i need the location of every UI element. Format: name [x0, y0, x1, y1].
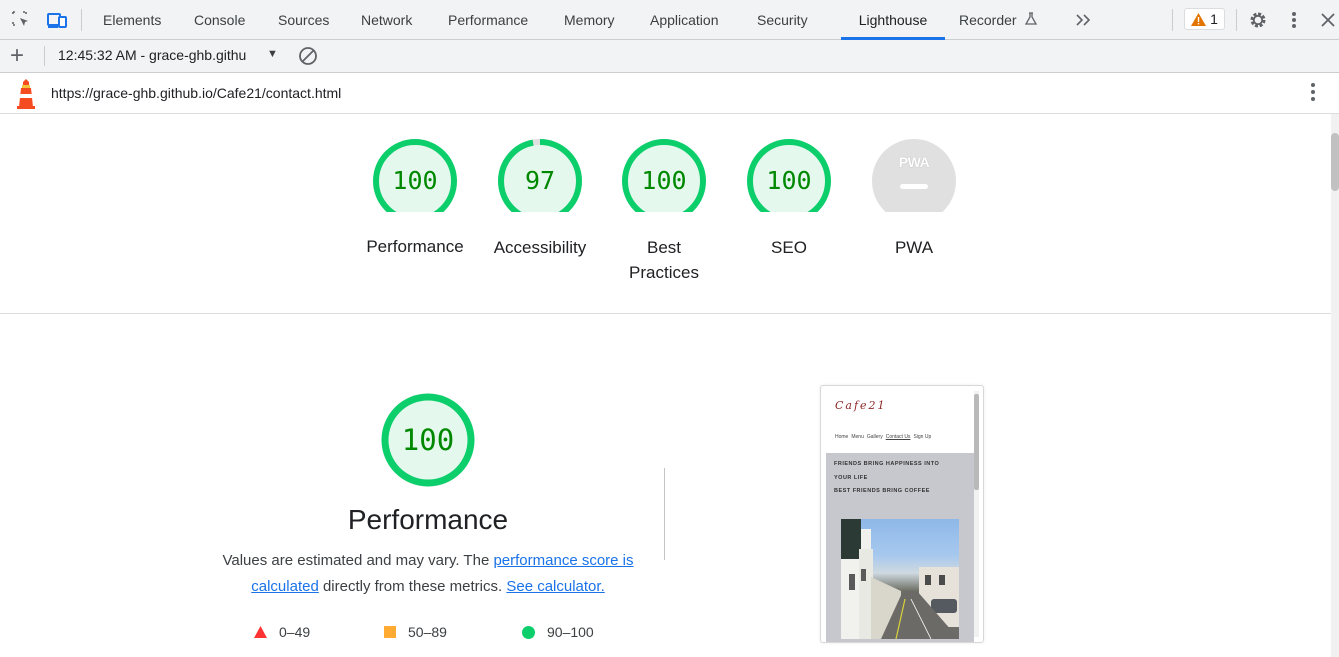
new-report-plus-icon[interactable]: +: [10, 44, 24, 68]
preview-scrollbar-thumb: [974, 394, 979, 490]
see-calculator-link[interactable]: See calculator.: [506, 578, 604, 595]
preview-hero-text: YOUR LIFE: [834, 475, 868, 481]
legend-average: 50–89: [384, 624, 447, 640]
lighthouse-logo-icon: [17, 79, 35, 109]
gauge-label: Accessibility: [493, 238, 587, 257]
section-divider: [0, 313, 1331, 314]
separator: [1236, 9, 1237, 31]
gauge-accessibility[interactable]: 97 Accessibility: [480, 114, 600, 257]
preview-nav-item: Gallery: [866, 434, 883, 440]
legend-pass: 90–100: [522, 624, 594, 640]
performance-description: Values are estimated and may vary. The p…: [218, 548, 638, 600]
tab-lighthouse[interactable]: Lighthouse: [841, 0, 945, 40]
clear-all-icon[interactable]: [298, 46, 318, 66]
legend-fail: 0–49: [254, 624, 310, 640]
report-session-select[interactable]: 12:45:32 AM - grace-ghb.githu: [58, 47, 246, 63]
gauge-label: Performance: [366, 237, 464, 256]
preview-logo: Cafe21: [835, 399, 887, 412]
final-screenshot-preview[interactable]: Cafe21 Home Menu Gallery Contact Us Sign Up …: [820, 385, 984, 643]
performance-score: 100: [401, 423, 455, 457]
warning-icon: [1191, 12, 1207, 26]
report-scrollbar-thumb[interactable]: [1331, 133, 1339, 191]
preview-nav-item: Contact Us: [885, 434, 911, 440]
gauge-score: 100: [392, 166, 438, 195]
desc-text: directly from these metrics.: [318, 578, 507, 595]
preview-hero: FRIENDS BRING HAPPINESS INTO YOUR LIFE B…: [826, 453, 974, 642]
device-toolbar-icon[interactable]: [46, 9, 68, 31]
legend-range: 90–100: [547, 624, 594, 640]
report-scrollbar[interactable]: [1331, 114, 1339, 657]
report-menu-kebab-icon[interactable]: [1310, 81, 1316, 103]
separator: [1172, 9, 1173, 31]
preview-hero-text: BEST FRIENDS BRING COFFEE: [834, 488, 930, 494]
orange-square-icon: [384, 626, 396, 638]
warnings-badge[interactable]: 1: [1184, 8, 1225, 30]
gauge-seo[interactable]: 100 SEO: [729, 114, 849, 257]
preview-nav-item: Sign Up: [913, 434, 932, 440]
tab-security[interactable]: Security: [747, 0, 818, 39]
desc-text: Values are estimated and may vary. The: [222, 552, 494, 569]
close-devtools-icon[interactable]: [1317, 9, 1339, 31]
tab-network[interactable]: Network: [351, 0, 422, 39]
tab-elements[interactable]: Elements: [93, 0, 171, 39]
gauge-label: Best Practices: [629, 238, 699, 282]
more-options-kebab-icon[interactable]: [1283, 9, 1305, 31]
preview-nav: Home Menu Gallery Contact Us Sign Up: [835, 434, 934, 440]
tab-sources[interactable]: Sources: [268, 0, 339, 39]
separator: [44, 46, 45, 66]
gauge-score: 97: [524, 166, 556, 195]
gauge-ring: [747, 139, 831, 223]
tab-performance[interactable]: Performance: [438, 0, 538, 39]
more-tabs-chevron-icon[interactable]: [1073, 9, 1095, 31]
gauge-performance[interactable]: 100 Performance: [355, 114, 475, 256]
preview-nav-item: Home: [835, 434, 849, 440]
preview-hero-text: FRIENDS BRING HAPPINESS INTO: [834, 461, 940, 467]
gauge-ring: [622, 139, 706, 223]
tab-application[interactable]: Application: [640, 0, 729, 39]
gauge-ring: [498, 139, 582, 223]
warning-count: 1: [1210, 11, 1218, 27]
gauge-best-practices[interactable]: 100 Best Practices: [604, 114, 724, 282]
settings-gear-icon[interactable]: [1247, 9, 1269, 31]
pwa-badge-icon: PWA: [898, 154, 930, 170]
tab-recorder-label: Recorder: [959, 12, 1017, 28]
red-triangle-icon: [254, 626, 267, 638]
gauge-score: 100: [641, 166, 687, 195]
tab-recorder[interactable]: Recorder: [949, 0, 1048, 39]
lighthouse-report: 100 Performance 97 Accessibility 100 Bes…: [0, 114, 1331, 657]
tab-console[interactable]: Console: [184, 0, 255, 39]
gauge-label: SEO: [771, 238, 807, 257]
flask-icon: [1025, 12, 1038, 25]
report-url: https://grace-ghb.github.io/Cafe21/conta…: [51, 85, 342, 101]
legend-range: 0–49: [279, 624, 311, 640]
preview-nav-item: Menu: [851, 434, 864, 440]
lighthouse-toolbar: + 12:45:32 AM - grace-ghb.githu ▼: [0, 40, 1339, 73]
preview-street-photo: [841, 519, 959, 639]
report-url-bar: https://grace-ghb.github.io/Cafe21/conta…: [0, 73, 1339, 114]
gauge-label: PWA: [894, 238, 934, 257]
devtools-tab-bar: Elements Console Sources Network Perform…: [0, 0, 1339, 40]
inspect-element-icon[interactable]: [10, 9, 32, 31]
gauge-pwa[interactable]: PWA PWA: [854, 114, 974, 257]
tab-memory[interactable]: Memory: [554, 0, 625, 39]
dropdown-caret-icon[interactable]: ▼: [267, 48, 278, 60]
vertical-divider: [664, 468, 665, 560]
performance-title: Performance: [347, 504, 509, 535]
legend-range: 50–89: [408, 624, 447, 640]
green-circle-icon: [522, 625, 535, 639]
separator: [81, 9, 82, 31]
gauge-ring: [373, 139, 457, 223]
gauge-score: 100: [766, 166, 812, 195]
